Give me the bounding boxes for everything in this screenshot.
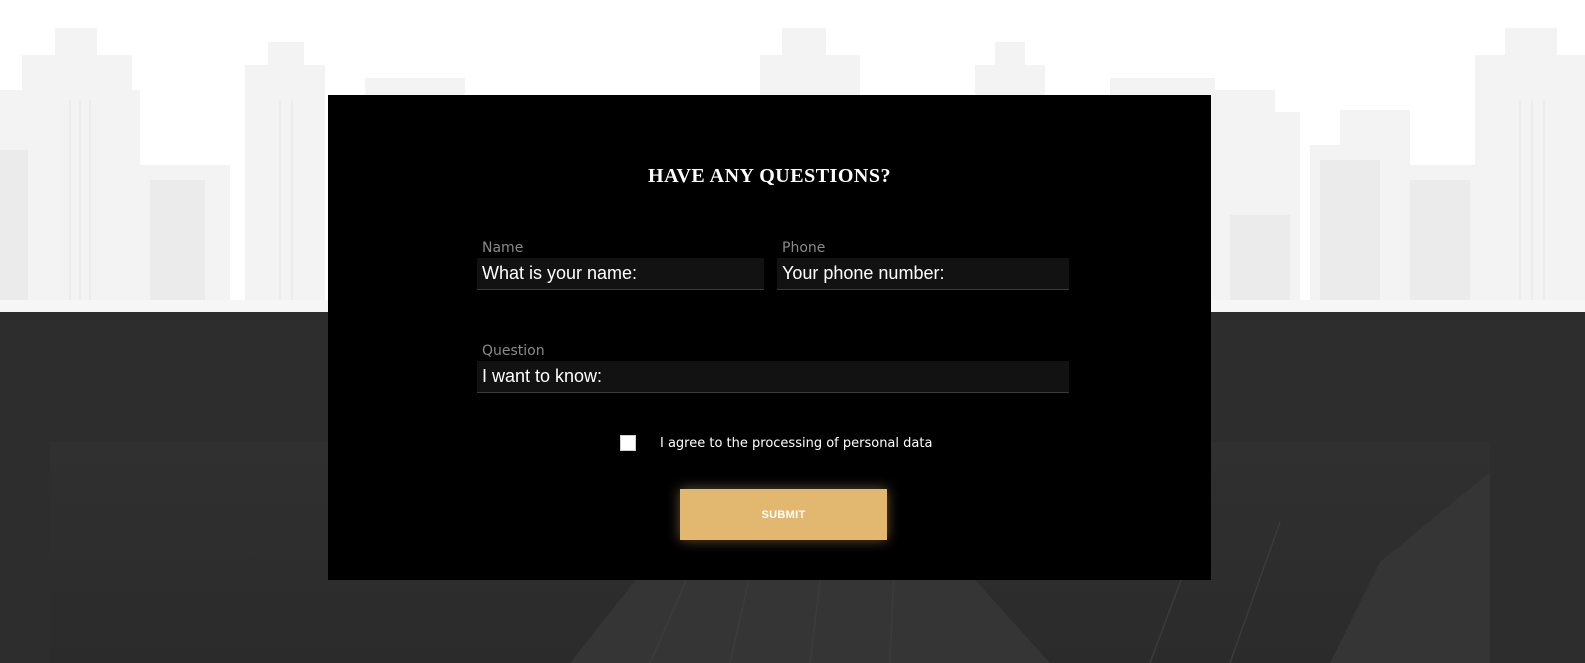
form-title: HAVE ANY QUESTIONS?: [648, 165, 891, 187]
agreement-label[interactable]: I agree to the processing of personal da…: [660, 436, 932, 451]
phone-input[interactable]: [777, 258, 1069, 290]
agreement-row: I agree to the processing of personal da…: [620, 433, 932, 453]
question-form-card: HAVE ANY QUESTIONS? Name Phone Question …: [328, 95, 1211, 580]
phone-field: Phone: [777, 239, 1069, 290]
question-label: Question: [482, 343, 545, 359]
submit-button[interactable]: SUBMIT: [680, 489, 887, 540]
name-label: Name: [482, 240, 524, 256]
agreement-checkbox[interactable]: [620, 435, 636, 451]
question-input[interactable]: [477, 361, 1069, 393]
phone-label: Phone: [782, 240, 826, 256]
page: HAVE ANY QUESTIONS? Name Phone Question …: [0, 0, 1585, 663]
question-field: Question: [477, 342, 1069, 393]
name-input[interactable]: [477, 258, 764, 290]
name-field: Name: [477, 239, 764, 290]
